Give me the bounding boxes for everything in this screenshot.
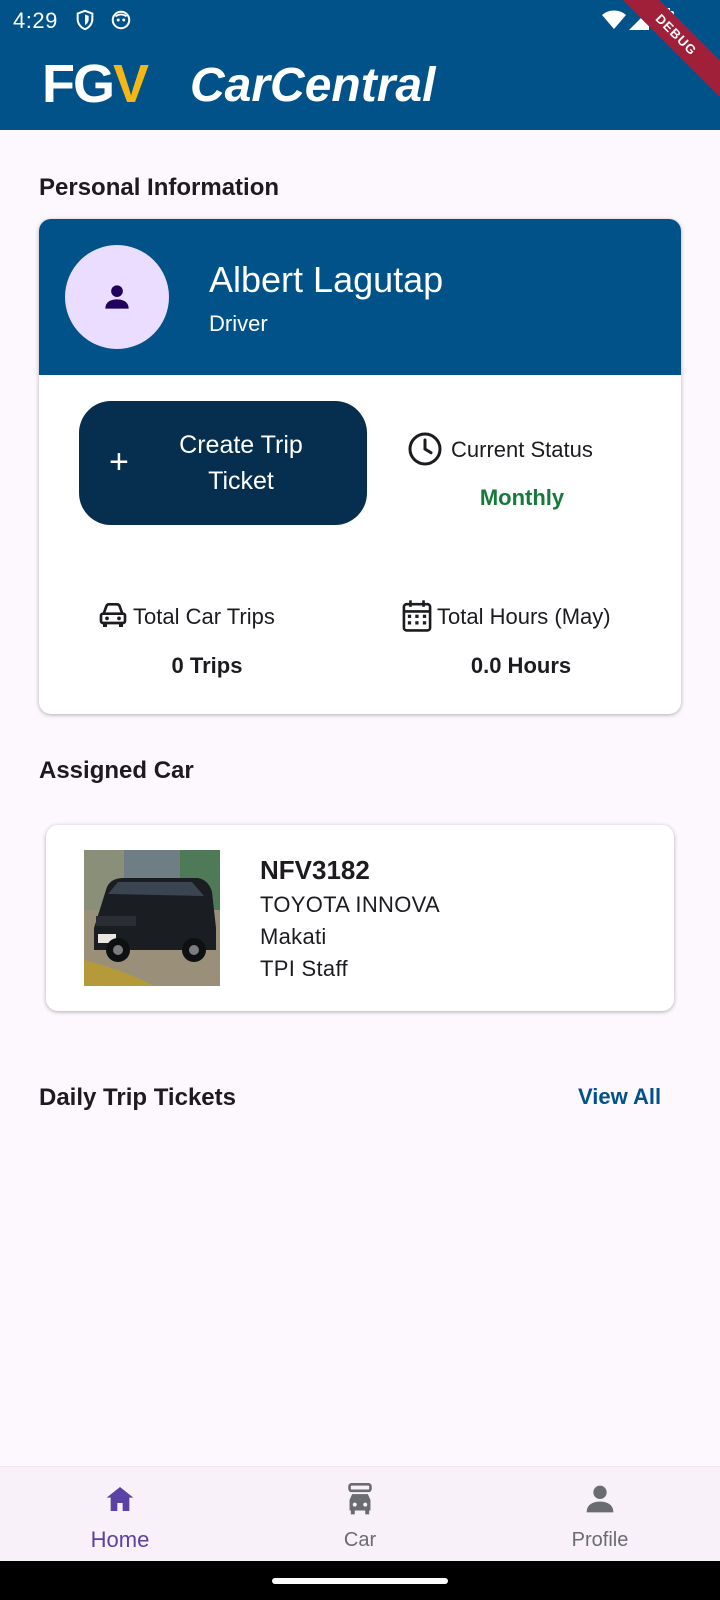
nav-home-label: Home	[90, 1527, 150, 1552]
car-assignment: TPI Staff	[260, 956, 348, 981]
daily-trip-tickets-heading: Daily Trip Tickets	[39, 1084, 236, 1111]
logo-carcentral: CarCentral	[190, 59, 436, 112]
status-time: 4:29	[13, 8, 58, 33]
create-trip-ticket-button[interactable]: + Create Trip Ticket	[79, 401, 367, 525]
create-trip-ticket-label: Create Trip Ticket	[179, 431, 303, 495]
view-all-link[interactable]: View All	[578, 1084, 661, 1110]
profile-card: Albert Lagutap Driver + Create Trip Tick…	[39, 219, 681, 714]
current-status-value: Monthly	[479, 485, 565, 510]
app-bar: 4:29 DEBUG FGV CarCentral	[0, 0, 720, 130]
calendar-icon	[401, 599, 433, 638]
total-car-trips-value: 0 Trips	[171, 653, 243, 678]
car-photo	[84, 850, 220, 986]
total-car-trips-label: Total Car Trips	[133, 604, 275, 629]
bottom-navigation: Home Car Profile	[0, 1466, 720, 1561]
profile-role: Driver	[209, 311, 268, 336]
wifi-icon	[602, 10, 626, 35]
person-icon	[105, 285, 129, 309]
nav-car[interactable]: Car	[240, 1467, 480, 1562]
car-model: TOYOTA INNOVA	[260, 892, 440, 917]
profile-name: Albert Lagutap	[209, 259, 444, 300]
personal-info-heading: Personal Information	[39, 174, 280, 201]
nav-profile[interactable]: Profile	[480, 1467, 720, 1562]
person-icon	[586, 1485, 614, 1513]
logo-fgv: FGV	[42, 54, 149, 114]
car-location: Makati	[260, 924, 327, 949]
avatar	[65, 245, 169, 349]
current-status-label: Current Status	[451, 437, 593, 462]
nav-car-label: Car	[343, 1529, 377, 1551]
assigned-car-card[interactable]: NFV3182 TOYOTA INNOVA Makati TPI Staff	[46, 825, 674, 1011]
home-icon	[106, 1487, 134, 1511]
total-hours-value: 0.0 Hours	[470, 653, 572, 678]
assigned-car-heading: Assigned Car	[39, 757, 194, 784]
car-seat-icon	[348, 1483, 372, 1515]
clock-icon	[407, 431, 443, 472]
profile-header: Albert Lagutap Driver	[39, 219, 681, 375]
nav-profile-label: Profile	[571, 1529, 629, 1551]
car-icon	[97, 599, 129, 636]
plus-icon: +	[109, 443, 129, 481]
shield-icon	[74, 9, 96, 36]
total-hours-label: Total Hours (May)	[437, 604, 611, 629]
car-plate: NFV3182	[260, 855, 370, 885]
face-icon	[110, 9, 132, 36]
status-bar: 4:29	[0, 0, 720, 40]
nav-home[interactable]: Home	[0, 1467, 240, 1562]
system-navigation-bar	[0, 1561, 720, 1600]
home-gesture-handle[interactable]	[272, 1578, 448, 1584]
